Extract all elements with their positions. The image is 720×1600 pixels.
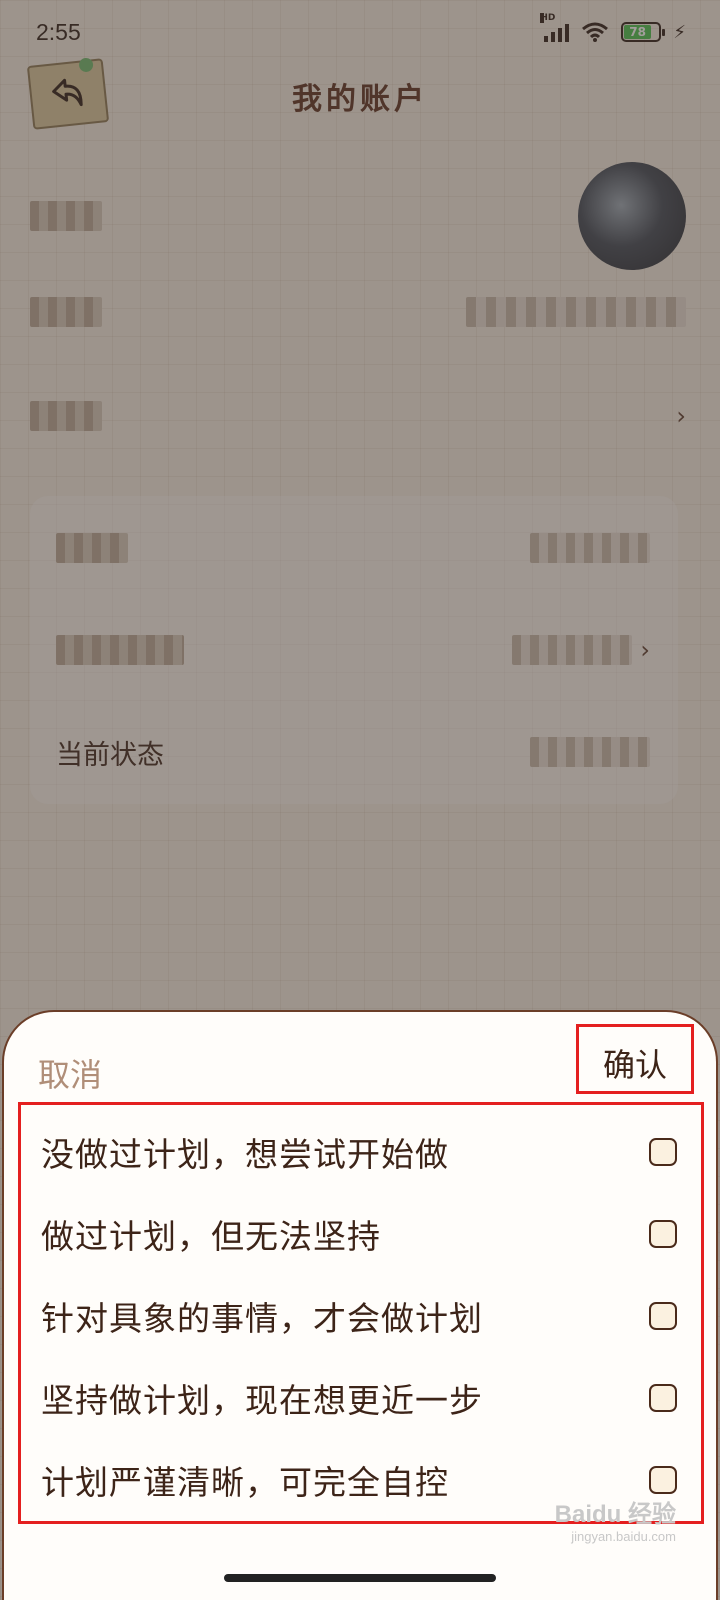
option-label: 计划严谨清晰，可完全自控 bbox=[41, 1463, 449, 1502]
watermark-url: jingyan.baidu.com bbox=[571, 1529, 676, 1544]
option-item[interactable]: 没做过计划，想尝试开始做 bbox=[41, 1117, 677, 1187]
cancel-button[interactable]: 取消 bbox=[38, 1050, 102, 1096]
checkbox[interactable] bbox=[649, 1466, 677, 1494]
option-label: 没做过计划，想尝试开始做 bbox=[41, 1135, 449, 1174]
checkbox[interactable] bbox=[649, 1138, 677, 1166]
option-label: 针对具象的事情，才会做计划 bbox=[41, 1299, 483, 1338]
sheet-header: 取消 确认 bbox=[4, 1024, 716, 1100]
checkbox[interactable] bbox=[649, 1384, 677, 1412]
option-item[interactable]: 针对具象的事情，才会做计划 bbox=[41, 1281, 677, 1351]
home-indicator[interactable] bbox=[224, 1574, 496, 1582]
checkbox[interactable] bbox=[649, 1302, 677, 1330]
option-item[interactable]: 坚持做计划，现在想更近一步 bbox=[41, 1363, 677, 1433]
option-item[interactable]: 做过计划，但无法坚持 bbox=[41, 1199, 677, 1269]
confirm-button[interactable]: 确认 bbox=[576, 1024, 694, 1094]
options-list: 没做过计划，想尝试开始做 做过计划，但无法坚持 针对具象的事情，才会做计划 坚持… bbox=[18, 1102, 704, 1524]
option-label: 做过计划，但无法坚持 bbox=[41, 1217, 381, 1256]
watermark: Baidu 经验 jingyan.baidu.com bbox=[555, 1494, 676, 1544]
option-label: 坚持做计划，现在想更近一步 bbox=[41, 1381, 483, 1420]
checkbox[interactable] bbox=[649, 1220, 677, 1248]
watermark-brand: Baidu 经验 bbox=[554, 1501, 676, 1528]
